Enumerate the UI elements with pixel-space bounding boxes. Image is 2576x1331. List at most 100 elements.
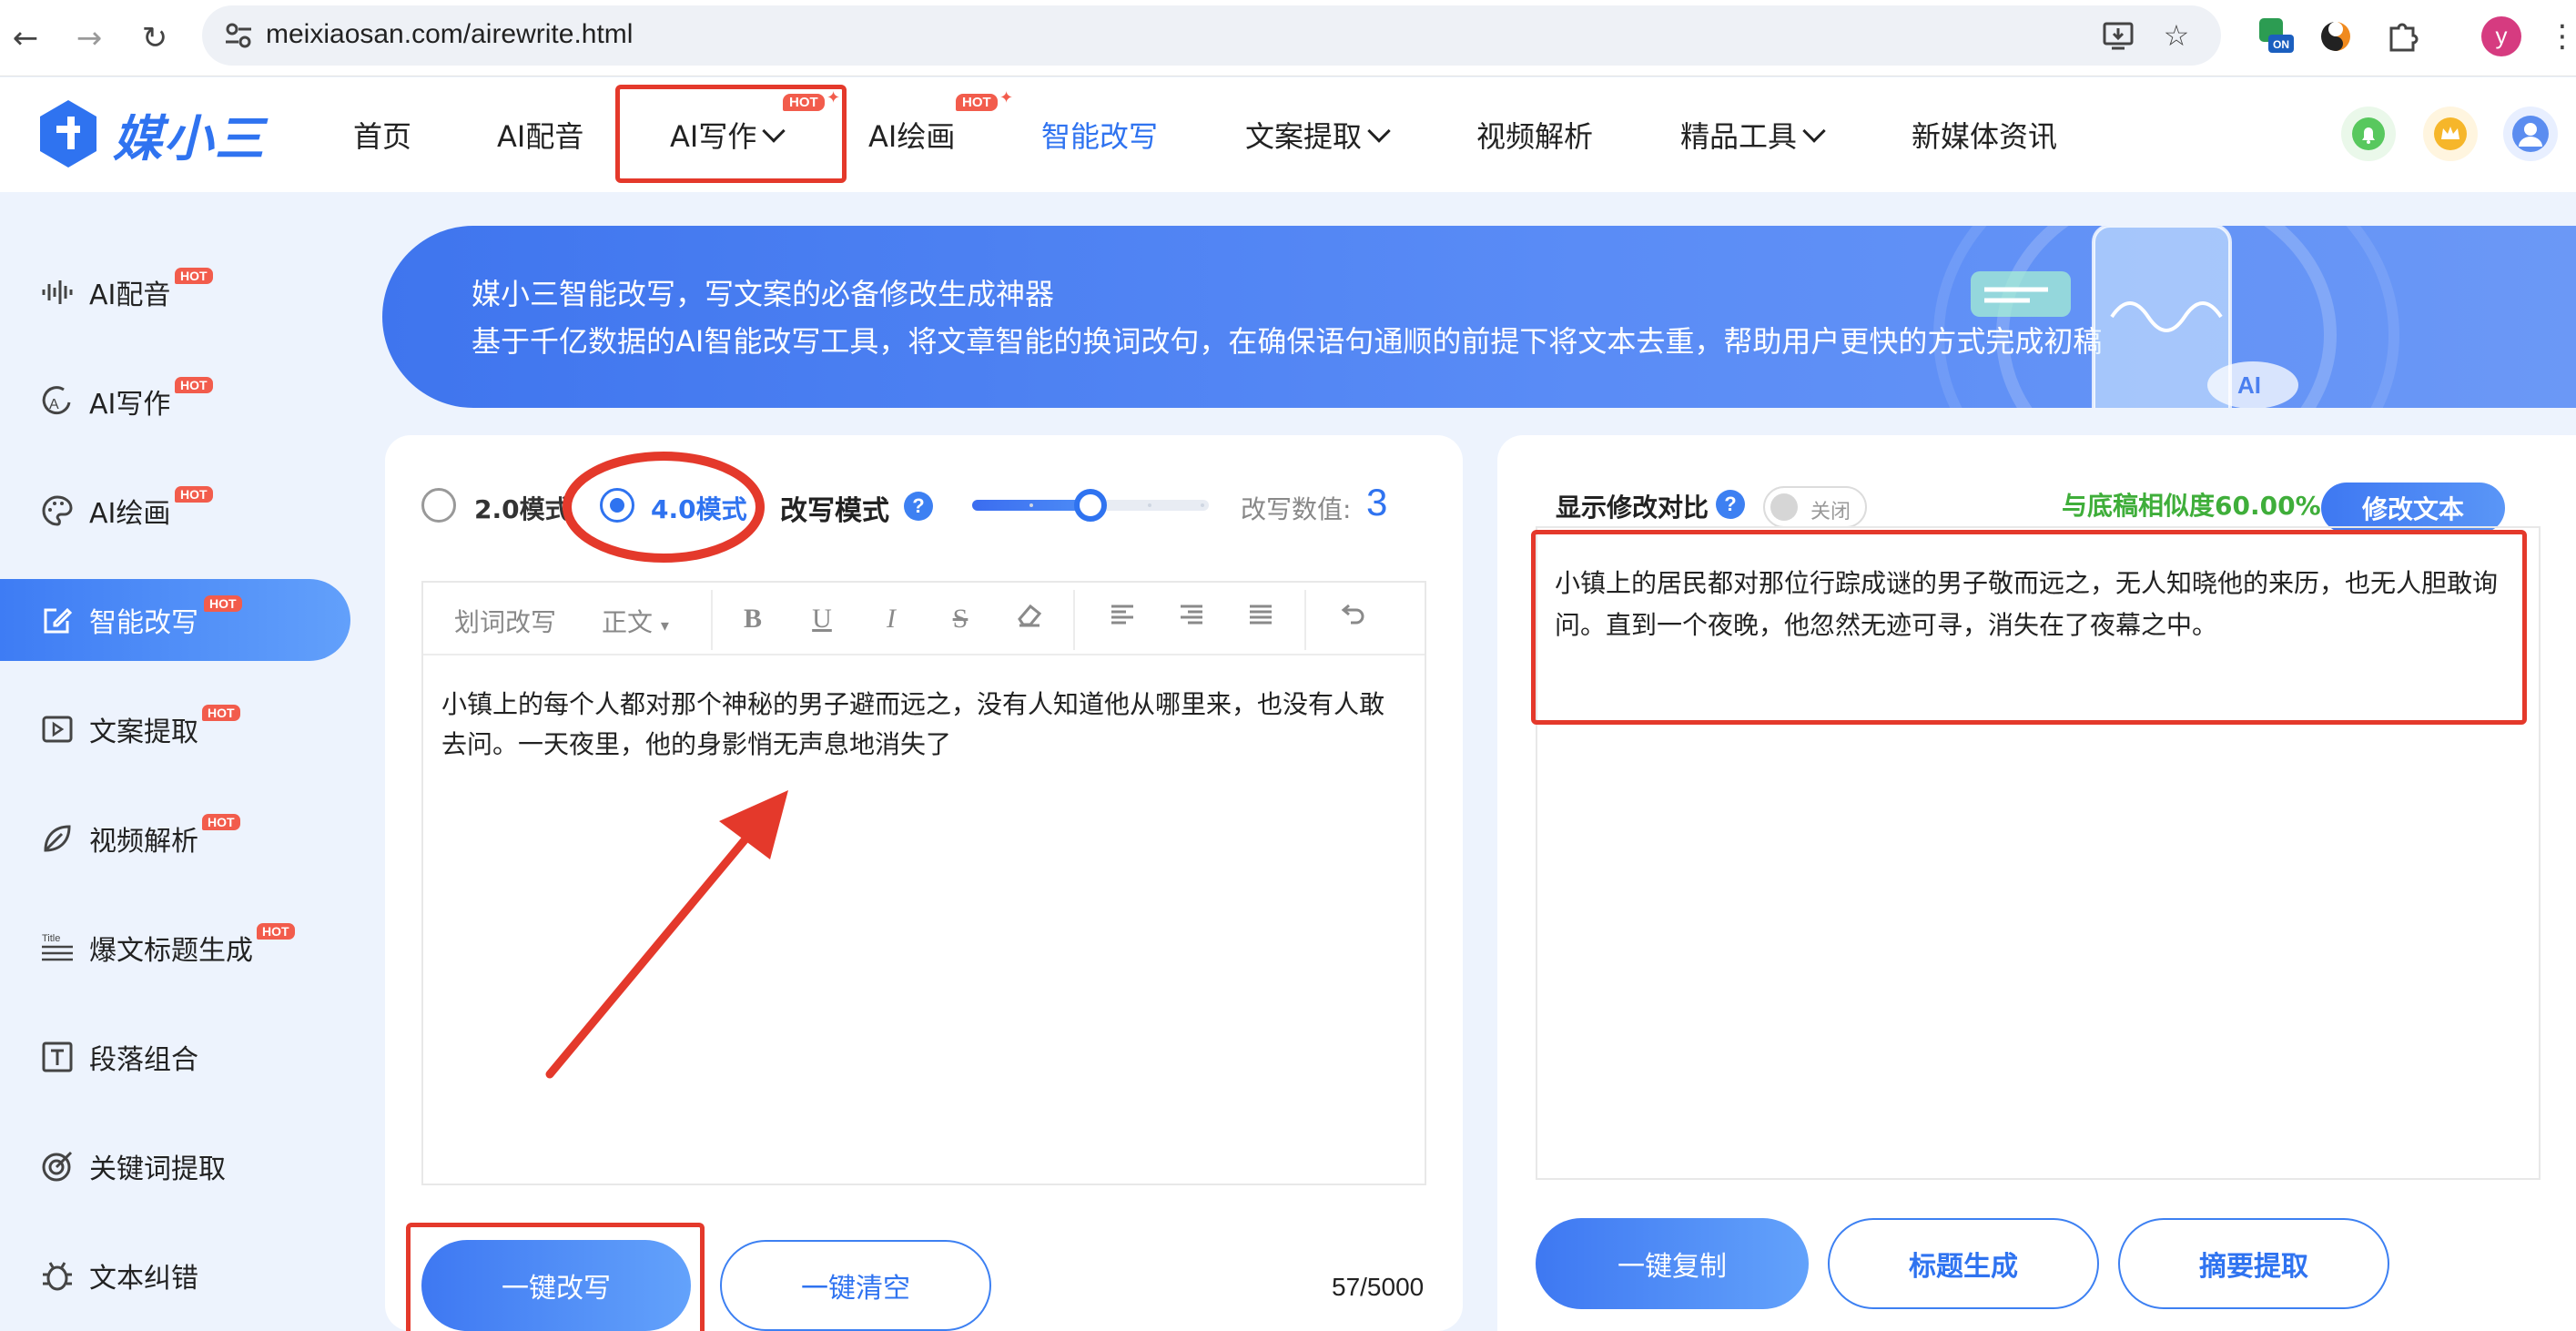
sidebar-item-title-generator[interactable]: Title 爆文标题生成 HOT <box>0 907 350 989</box>
address-bar[interactable]: meixiaosan.com/airewrite.html ☆ <box>202 5 2221 66</box>
nav-smart-rewrite[interactable]: 智能改写 <box>1041 114 1158 157</box>
sidebar-item-paragraph-combine[interactable]: 段落组合 <box>0 1016 350 1098</box>
bookmark-star-icon[interactable]: ☆ <box>2159 18 2194 53</box>
sidebar-item-label: AI写作 <box>89 389 171 421</box>
vip-crown-icon[interactable] <box>2423 107 2478 161</box>
sidebar-item-label: 段落组合 <box>89 1044 198 1076</box>
input-editor[interactable]: 划词改写 正文 ▾ B U I S 小镇上的每个人都对那个神秘的男子避而远之，没… <box>421 581 1426 1185</box>
sidebar-item-label: 爆文标题生成 <box>89 935 253 967</box>
sidebar-item-copy-extract[interactable]: 文案提取 HOT <box>0 688 350 770</box>
one-click-clear-button[interactable]: 一键清空 <box>720 1240 991 1331</box>
toolbar-divider <box>1073 590 1075 650</box>
word-rewrite-button[interactable]: 划词改写 <box>454 603 556 639</box>
site-settings-icon[interactable] <box>222 19 255 52</box>
align-justify-icon[interactable] <box>1242 601 1279 637</box>
nav-premium-tools-label: 精品工具 <box>1680 119 1798 154</box>
hot-badge: HOT <box>175 486 213 503</box>
forward-icon[interactable]: → <box>64 13 115 64</box>
hot-badge: HOT <box>202 705 240 721</box>
mode-40-radio[interactable] <box>600 488 634 523</box>
bug-check-icon <box>43 1262 72 1291</box>
profile-avatar[interactable]: y <box>2481 16 2521 56</box>
browser-menu-icon[interactable]: ⋮ <box>2547 16 2576 56</box>
nav-premium-tools[interactable]: 精品工具 <box>1680 114 1826 157</box>
caret-down-icon: ▾ <box>660 616 669 635</box>
mode-20-radio[interactable] <box>421 488 456 523</box>
extensions-puzzle-icon[interactable] <box>2383 16 2423 56</box>
user-avatar-icon[interactable] <box>2503 107 2558 161</box>
nav-home[interactable]: 首页 <box>353 114 411 157</box>
svg-text:A: A <box>49 397 59 412</box>
hot-badge: HOT <box>175 268 213 284</box>
align-left-icon[interactable] <box>1104 601 1141 637</box>
sidebar-item-label: AI绘画 <box>89 498 171 530</box>
sidebar-item-label: 视频解析 <box>89 826 198 858</box>
banner-title: 媒小三智能改写，写文案的必备修改生成神器 <box>472 277 1055 311</box>
nav-video-parse-label: 视频解析 <box>1476 119 1594 154</box>
sidebar-item-video-parse[interactable]: 视频解析 HOT <box>0 798 350 879</box>
install-app-icon[interactable] <box>2101 18 2135 53</box>
nav-copy-extract[interactable]: 文案提取 <box>1245 114 1391 157</box>
underline-icon[interactable]: U <box>804 601 840 637</box>
site-logo[interactable]: 媒小三 <box>36 97 273 170</box>
summary-extract-label: 摘要提取 <box>2199 1251 2308 1283</box>
ai-illustration-icon: AI <box>1933 226 2399 408</box>
bold-icon[interactable]: B <box>735 601 771 637</box>
one-click-copy-button[interactable]: 一键复制 <box>1536 1218 1809 1309</box>
notification-bell-icon[interactable] <box>2341 107 2396 161</box>
sidebar-item-ai-dubbing[interactable]: AI配音 HOT <box>0 251 350 333</box>
similarity-text: 与底稿相似度60.00% <box>2062 491 2321 521</box>
nav-ai-dubbing-label: AI配音 <box>497 119 584 154</box>
rewrite-strength-slider[interactable] <box>972 489 1209 522</box>
waveform-icon <box>42 280 73 304</box>
eraser-icon[interactable] <box>1011 601 1048 637</box>
text-box-icon <box>42 1041 73 1072</box>
banner-description: 基于千亿数据的AI智能改写工具，将文章智能的换词改句，在确保语句通顺的前提下将文… <box>472 324 2103 359</box>
help-icon[interactable]: ? <box>904 492 933 521</box>
italic-icon[interactable]: I <box>873 601 909 637</box>
summary-extract-button[interactable]: 摘要提取 <box>2118 1218 2389 1309</box>
nav-ai-dubbing[interactable]: AI配音 <box>497 114 583 157</box>
input-text[interactable]: 小镇上的每个人都对那个神秘的男子避而远之，没有人知道他从哪里来，也没有人敢去问。… <box>441 685 1406 765</box>
one-click-clear-label: 一键清空 <box>801 1273 910 1305</box>
logo-text: 媒小三 <box>113 109 266 168</box>
nav-ai-drawing[interactable]: AI绘画 HOT ✦ <box>868 88 1013 157</box>
back-icon[interactable]: ← <box>0 13 51 64</box>
palette-icon <box>42 495 73 526</box>
nav-video-parse[interactable]: 视频解析 <box>1476 114 1593 157</box>
highlight-box-rewrite-button <box>406 1223 705 1331</box>
sidebar-item-ai-drawing[interactable]: AI绘画 HOT <box>0 470 350 552</box>
compare-toggle[interactable]: 关闭 <box>1763 486 1867 528</box>
hot-badge: HOT <box>956 94 998 111</box>
rewrite-value-label: 改写数值: <box>1241 494 1352 524</box>
mode-40-label: 4.0模式 <box>651 494 747 524</box>
hero-banner: 媒小三智能改写，写文案的必备修改生成神器 基于千亿数据的AI智能改写工具，将文章… <box>382 226 2576 408</box>
sidebar-item-ai-writing[interactable]: A AI写作 HOT <box>0 361 350 442</box>
leaf-link-icon <box>44 825 71 852</box>
title-generate-button[interactable]: 标题生成 <box>1828 1218 2099 1309</box>
sidebar-item-text-correction[interactable]: 文本纠错 <box>0 1234 350 1316</box>
title-generate-label: 标题生成 <box>1909 1251 2018 1283</box>
highlight-box-ai-writing <box>615 85 847 183</box>
sparkle-icon: ✦ <box>999 88 1014 107</box>
editor-toolbar: 划词改写 正文 ▾ B U I S <box>423 583 1425 655</box>
rewrite-mode-label: 改写模式 <box>780 495 889 527</box>
extension-on-icon[interactable]: ON <box>2256 16 2296 56</box>
title-list-icon: Title <box>42 933 73 961</box>
sidebar-item-keyword-extract[interactable]: 关键词提取 <box>0 1125 350 1207</box>
reload-icon[interactable]: ↻ <box>129 13 180 64</box>
sidebar-item-smart-rewrite[interactable]: 智能改写 HOT <box>0 579 350 661</box>
nav-copy-extract-label: 文案提取 <box>1245 119 1363 154</box>
undo-icon[interactable] <box>1334 601 1370 637</box>
help-icon[interactable]: ? <box>1716 490 1745 519</box>
slider-thumb[interactable] <box>1074 489 1107 522</box>
nav-media-news[interactable]: 新媒体资讯 <box>1912 114 2057 157</box>
format-select[interactable]: 正文 ▾ <box>602 603 669 639</box>
sidebar-item-label: 文本纠错 <box>89 1263 198 1295</box>
strikethrough-icon[interactable]: S <box>942 601 979 637</box>
chevron-down-icon <box>1367 119 1391 143</box>
toolbar-divider <box>1304 590 1306 650</box>
align-right-icon[interactable] <box>1173 601 1210 637</box>
extension-swirl-icon[interactable] <box>2316 16 2356 56</box>
logo-mark-icon <box>40 100 96 168</box>
